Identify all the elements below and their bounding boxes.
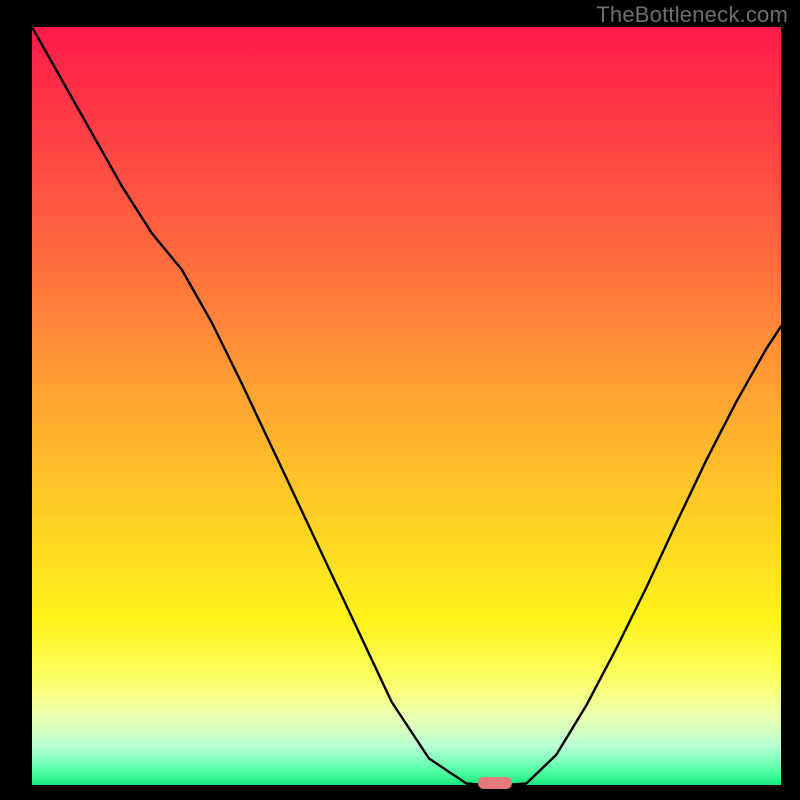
chart-container: TheBottleneck.com <box>0 0 800 800</box>
plot-area <box>32 27 781 785</box>
optimum-marker <box>478 777 512 790</box>
watermark-text: TheBottleneck.com <box>596 2 788 28</box>
gradient-background <box>32 27 781 785</box>
